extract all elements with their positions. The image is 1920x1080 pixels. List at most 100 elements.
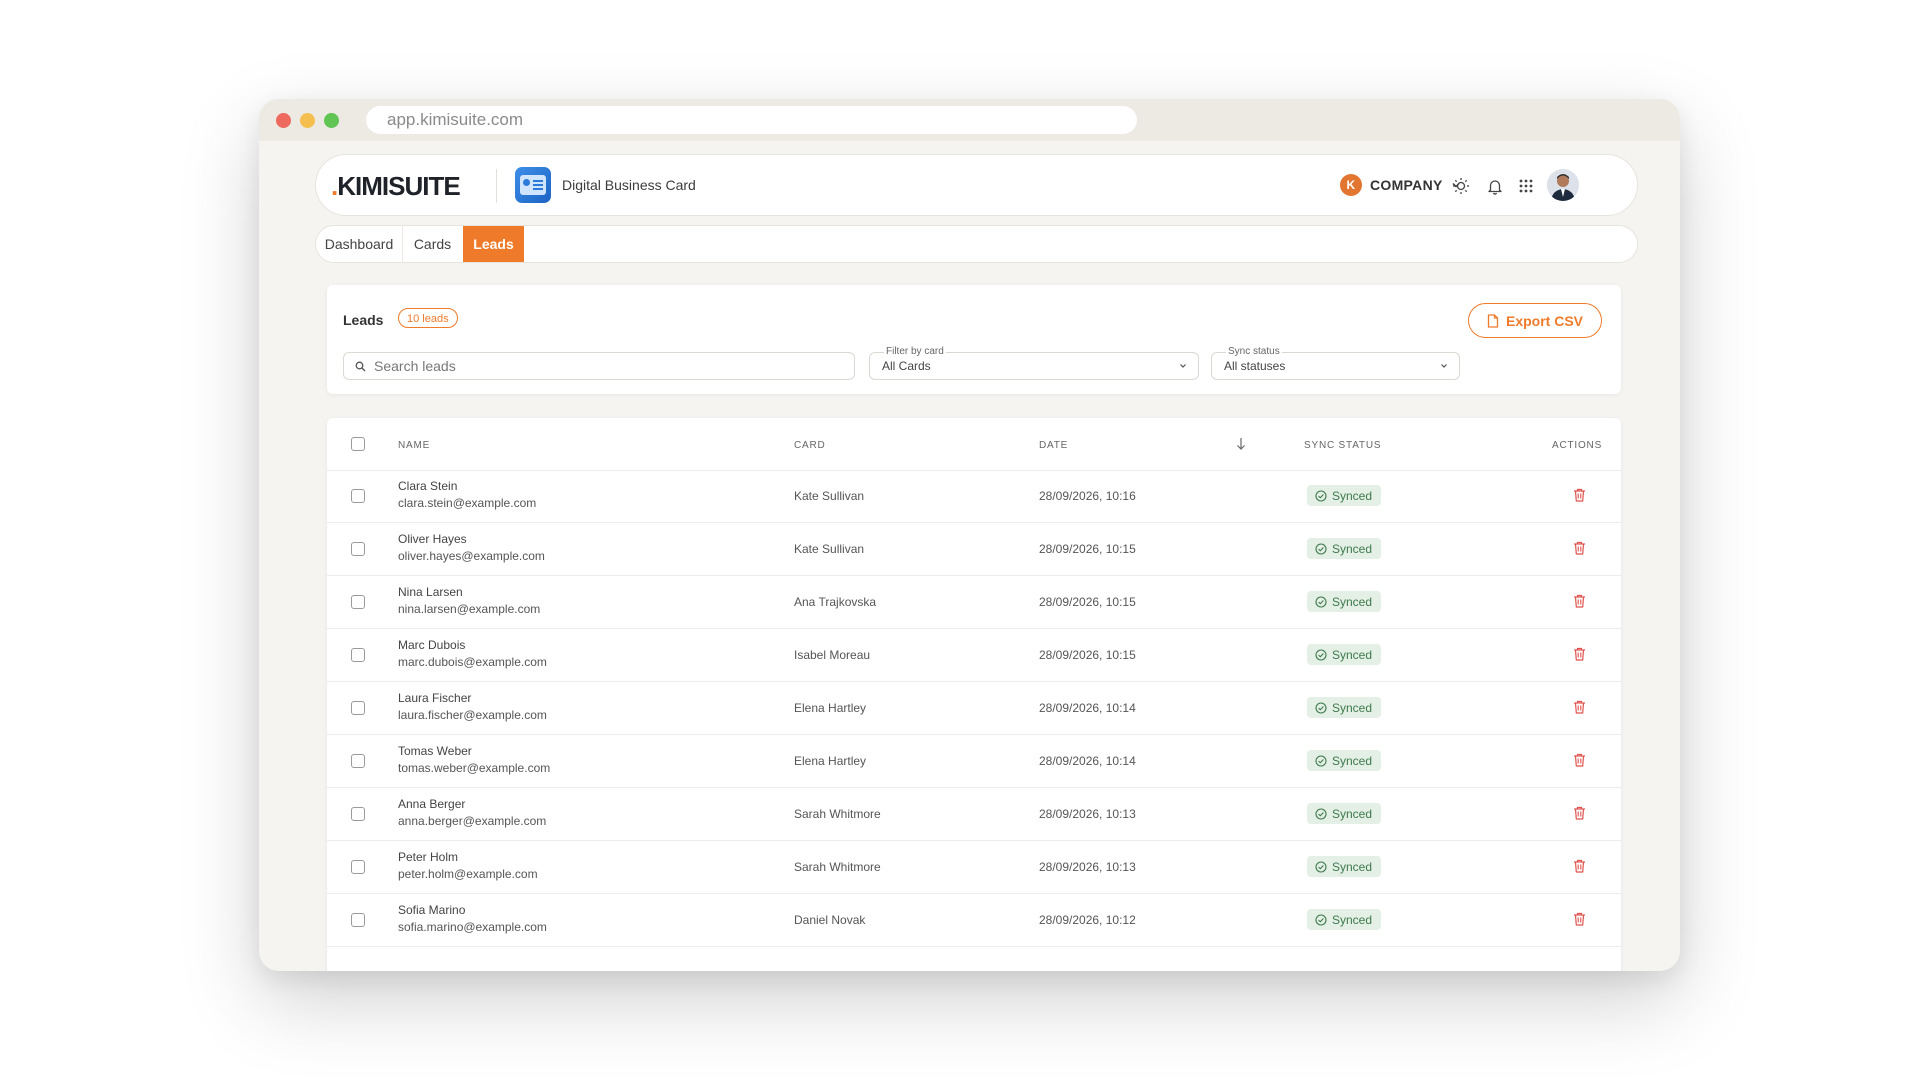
table-header: NAME CARD DATE SYNC STATUS ACTIONS [327,418,1621,471]
chevron-down-icon [1180,364,1186,368]
tab-leads[interactable]: Leads [463,226,524,262]
close-window-button[interactable] [276,113,291,128]
filter-by-card-label: Filter by card [884,346,946,357]
check-circle-icon [1315,701,1327,714]
lead-name: Oliver Hayes [398,532,467,546]
trash-icon[interactable] [1573,488,1586,502]
check-circle-icon [1315,648,1327,661]
tab-dashboard[interactable]: Dashboard [316,226,403,262]
table-row[interactable]: Laura Fischer laura.fischer@example.com … [327,682,1621,735]
export-csv-label: Export CSV [1505,312,1583,329]
table-row[interactable]: Oliver Hayes oliver.hayes@example.com Ka… [327,523,1621,576]
trash-icon[interactable] [1573,806,1586,820]
sync-status-badge: Synced [1307,803,1382,824]
table-row[interactable]: Marc Dubois marc.dubois@example.com Isab… [327,629,1621,682]
address-bar[interactable]: app.kimisuite.com [366,106,1137,134]
trash-icon[interactable] [1573,912,1586,926]
row-checkbox[interactable] [351,807,365,821]
sync-status-badge: Synced [1307,750,1382,771]
app-name: Digital Business Card [562,177,696,193]
leads-table: NAME CARD DATE SYNC STATUS ACTIONS Clara… [327,418,1621,971]
lead-email: sofia.marino@example.com [398,920,547,934]
check-circle-icon [1315,542,1327,555]
table-row[interactable]: Anna Berger anna.berger@example.com Sara… [327,788,1621,841]
filter-by-card-value: All Cards [882,359,931,373]
export-csv-button[interactable]: Export CSV [1468,303,1602,338]
sync-status-badge: Synced [1307,538,1382,559]
row-checkbox[interactable] [351,648,365,662]
leads-title: Leads [343,312,384,328]
select-all-checkbox[interactable] [351,437,365,451]
lead-name: Laura Fischer [398,691,472,705]
trash-icon[interactable] [1573,700,1586,714]
row-checkbox[interactable] [351,913,365,927]
row-checkbox[interactable] [351,754,365,768]
user-avatar[interactable] [1547,169,1579,201]
search-icon [355,361,366,371]
app-header: .KIMISUITE Digital Business Card K COMPA… [315,154,1638,216]
apps-grid-icon[interactable] [1514,174,1538,198]
check-circle-icon [1315,489,1327,502]
table-row[interactable]: Sofia Marino sofia.marino@example.com Da… [327,894,1621,947]
lead-card: Kate Sullivan [794,489,865,503]
table-row[interactable]: Nina Larsen nina.larsen@example.com Ana … [327,576,1621,629]
trash-icon[interactable] [1573,541,1586,555]
lead-email: anna.berger@example.com [398,814,547,828]
lead-name: Marc Dubois [398,638,466,652]
column-date[interactable]: DATE [1039,440,1068,451]
lead-date: 28/09/2026, 10:15 [1039,595,1136,609]
sync-status-badge: Synced [1307,697,1382,718]
maximize-window-button[interactable] [324,113,339,128]
tab-cards[interactable]: Cards [402,226,464,262]
sync-status-text: Synced [1332,806,1373,821]
column-name[interactable]: NAME [398,440,430,451]
sort-descending-arrow-icon[interactable] [1236,437,1246,451]
sync-status-badge: Synced [1307,909,1382,930]
row-checkbox[interactable] [351,542,365,556]
row-checkbox[interactable] [351,860,365,874]
column-sync-status[interactable]: SYNC STATUS [1304,440,1381,451]
company-switcher[interactable]: K COMPANY [1340,173,1461,197]
lead-email: peter.holm@example.com [398,867,538,881]
theme-toggle-sun-icon[interactable] [1449,174,1473,198]
file-icon [1487,313,1499,328]
column-card[interactable]: CARD [794,440,826,451]
lead-card: Sarah Whitmore [794,860,881,874]
sync-status-text: Synced [1332,859,1373,874]
filter-by-card-select[interactable]: Filter by card All Cards [869,346,1199,380]
table-row[interactable]: Clara Stein clara.stein@example.com Kate… [327,470,1621,523]
sync-status-select[interactable]: Sync status All statuses [1211,346,1460,380]
lead-card: Isabel Moreau [794,648,871,662]
lead-date: 28/09/2026, 10:15 [1039,542,1136,556]
column-actions: ACTIONS [1552,440,1603,451]
sync-status-text: Synced [1332,912,1373,927]
bell-icon[interactable] [1483,174,1507,198]
lead-name: Clara Stein [398,479,458,493]
kimisuite-logo[interactable]: .KIMISUITE [331,171,461,202]
check-circle-icon [1315,595,1327,608]
row-checkbox[interactable] [351,489,365,503]
sync-status-value: All statuses [1224,359,1286,373]
check-circle-icon [1315,807,1327,820]
row-checkbox[interactable] [351,595,365,609]
search-field[interactable] [343,352,855,380]
lead-email: tomas.weber@example.com [398,761,551,775]
sync-status-text: Synced [1332,594,1373,609]
minimize-window-button[interactable] [300,113,315,128]
table-row[interactable]: Peter Holm peter.holm@example.com Sarah … [327,841,1621,894]
row-checkbox[interactable] [351,701,365,715]
sync-status-badge: Synced [1307,644,1382,665]
lead-date: 28/09/2026, 10:16 [1039,489,1136,503]
check-circle-icon [1315,754,1327,767]
sync-status-label: Sync status [1226,346,1282,357]
trash-icon[interactable] [1573,594,1586,608]
lead-date: 28/09/2026, 10:14 [1039,701,1136,715]
lead-date: 28/09/2026, 10:13 [1039,860,1136,874]
trash-icon[interactable] [1573,859,1586,873]
trash-icon[interactable] [1573,647,1586,661]
lead-email: laura.fischer@example.com [398,708,547,722]
search-input[interactable] [372,357,816,375]
table-row[interactable]: Tomas Weber tomas.weber@example.com Elen… [327,735,1621,788]
sync-status-badge: Synced [1307,591,1382,612]
trash-icon[interactable] [1573,753,1586,767]
